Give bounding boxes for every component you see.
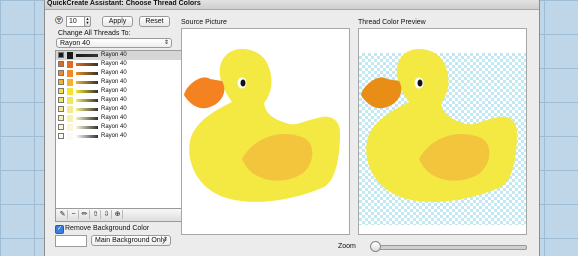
thread-name: Rayon 40 <box>101 88 127 94</box>
chevron-updown-icon: ⇕ <box>163 40 169 46</box>
change-all-select[interactable]: Rayon 40 ⇕ <box>56 38 172 48</box>
zoom-slider-track[interactable] <box>371 245 527 250</box>
thread-bar <box>76 126 98 129</box>
thread-spool-icon <box>67 70 73 77</box>
thread-bar <box>76 99 98 102</box>
thread-name: Rayon 40 <box>101 79 127 85</box>
preview-duck-image <box>361 49 517 202</box>
thread-name: Rayon 40 <box>101 61 127 67</box>
title-bar: QuickCreate Assistant: Choose Thread Col… <box>45 0 539 10</box>
thread-spool-icon <box>67 88 73 95</box>
minus-icon[interactable]: − <box>69 210 79 219</box>
source-picture-label: Source Picture <box>181 19 227 26</box>
arrow-down-icon[interactable]: ⇩ <box>102 210 112 219</box>
thread-bar <box>76 72 98 75</box>
pencil-icon[interactable]: ✏ <box>80 210 90 219</box>
chevron-updown-icon: ⇕ <box>162 237 168 243</box>
quickcreate-dialog: QuickCreate Assistant: Choose Thread Col… <box>44 0 540 256</box>
change-all-label: Change All Threads To: <box>58 30 131 37</box>
reset-button[interactable]: Reset <box>139 16 170 27</box>
thread-name: Rayon 40 <box>101 124 127 130</box>
thread-bar <box>76 63 98 66</box>
thread-bar <box>76 90 98 93</box>
thread-name: Rayon 40 <box>101 70 127 76</box>
arrow-up-icon[interactable]: ⇧ <box>91 210 101 219</box>
thread-name: Rayon 40 <box>101 106 127 112</box>
thread-name: Rayon 40 <box>101 52 127 58</box>
thread-color-swatch[interactable] <box>58 79 64 85</box>
thread-color-swatch[interactable] <box>58 133 64 139</box>
apply-button[interactable]: Apply <box>102 16 133 27</box>
remove-background-checkbox[interactable]: ✓ <box>55 225 64 234</box>
thread-color-swatch[interactable] <box>58 88 64 94</box>
source-picture-panel <box>181 28 350 235</box>
zoom-slider-knob[interactable] <box>370 241 382 252</box>
change-all-value: Rayon 40 <box>60 40 90 47</box>
palette-icon[interactable] <box>55 16 63 24</box>
count-stepper[interactable]: ▲ ▼ <box>84 16 91 27</box>
thread-spool-icon <box>67 133 73 140</box>
target-icon[interactable]: ⊕ <box>113 210 123 219</box>
background-color-well[interactable] <box>55 235 87 247</box>
remove-background-label: Remove Background Color <box>65 225 150 232</box>
background-mode-select[interactable]: Main Background Only ⇕ <box>91 235 171 246</box>
thread-spool-icon <box>67 97 73 104</box>
thread-spool-icon <box>67 106 73 113</box>
thread-spool-icon <box>67 52 73 59</box>
background-mode-value: Main Background Only <box>95 237 166 244</box>
zoom-label: Zoom <box>338 243 356 250</box>
thread-color-swatch[interactable] <box>58 70 64 76</box>
thread-color-swatch[interactable] <box>58 52 64 58</box>
thread-spool-icon <box>67 124 73 131</box>
preview-label: Thread Color Preview <box>358 19 426 26</box>
thread-bar <box>76 108 98 111</box>
thread-spool-icon <box>67 115 73 122</box>
count-field[interactable]: 10 <box>66 16 85 27</box>
source-duck-image <box>184 49 340 202</box>
thread-name: Rayon 40 <box>101 115 127 121</box>
thread-name: Rayon 40 <box>101 97 127 103</box>
thread-color-swatch[interactable] <box>58 61 64 67</box>
thread-bar <box>76 135 98 138</box>
thread-bar <box>76 54 98 57</box>
thread-name: Rayon 40 <box>101 133 127 139</box>
thread-spool-icon <box>67 79 73 86</box>
thread-color-swatch[interactable] <box>58 97 64 103</box>
eyedropper-icon[interactable]: ✎ <box>58 210 68 219</box>
preview-panel <box>358 28 527 235</box>
thread-color-swatch[interactable] <box>58 124 64 130</box>
window-title: QuickCreate Assistant: Choose Thread Col… <box>47 0 201 7</box>
thread-bar <box>76 81 98 84</box>
thread-spool-icon <box>67 61 73 68</box>
thread-bar <box>76 117 98 120</box>
thread-color-swatch[interactable] <box>58 106 64 112</box>
thread-color-swatch[interactable] <box>58 115 64 121</box>
